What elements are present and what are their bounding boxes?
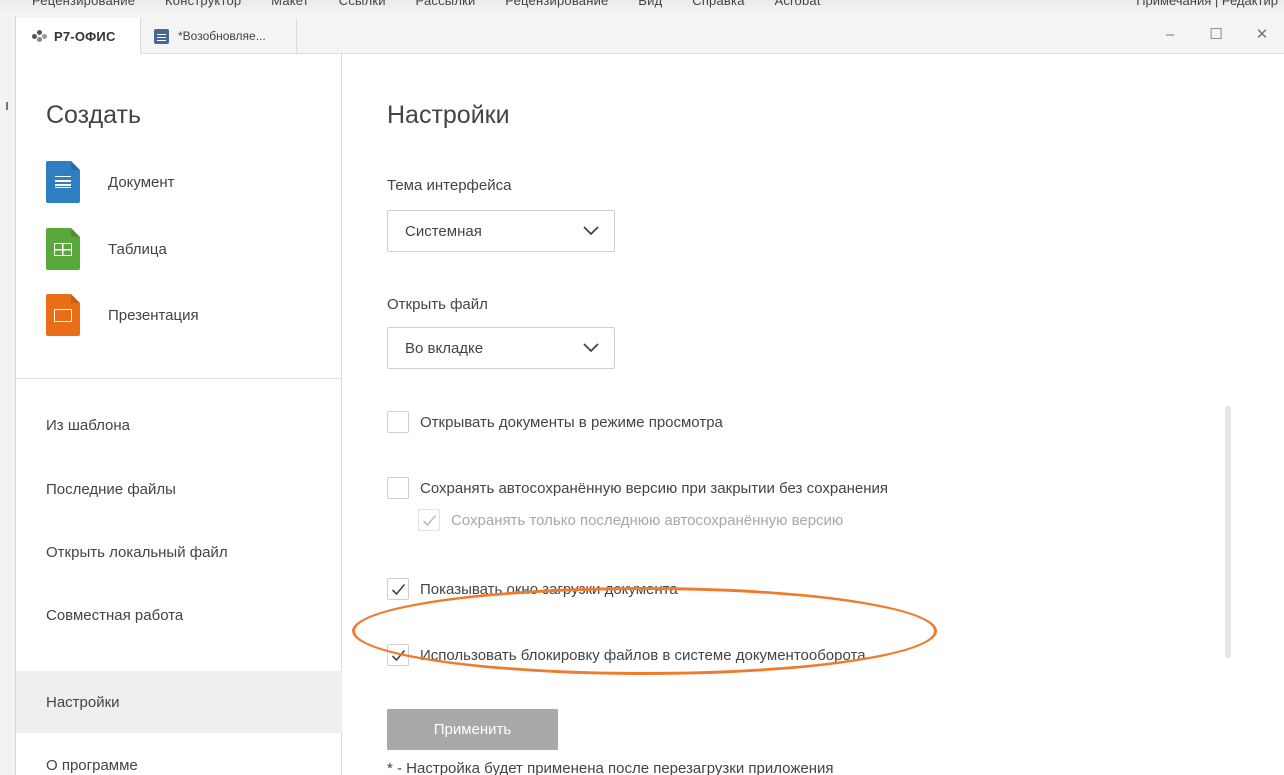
sidebar-item-from-template[interactable]: Из шаблона (16, 394, 342, 456)
scrollbar[interactable] (1225, 406, 1231, 658)
title-bar: Р7-ОФИС *Возобновляе... – ☐ ✕ (16, 16, 1284, 54)
autosave-on-close-checkbox[interactable] (387, 477, 409, 499)
file-locking-checkbox[interactable] (387, 644, 409, 666)
last-autosave-only-checkbox (418, 509, 440, 531)
open-file-label: Открыть файл (387, 296, 488, 313)
background-menu-item[interactable]: Макет (271, 0, 309, 8)
create-document-label: Документ (108, 173, 175, 191)
sidebar-divider (16, 378, 342, 379)
create-presentation-label: Презентация (108, 306, 199, 324)
settings-panel: Настройки Тема интерфейса Системная Откр… (343, 54, 1284, 775)
sidebar: Создать Документ Таблица Презентация Из … (16, 54, 342, 775)
minimize-button[interactable]: – (1147, 16, 1193, 52)
create-presentation-button[interactable]: Презентация (46, 294, 199, 336)
create-spreadsheet-button[interactable]: Таблица (46, 228, 167, 270)
document-tab-icon (154, 28, 169, 44)
open-file-select[interactable]: Во вкладке (387, 327, 615, 369)
show-loading-window-checkbox[interactable] (387, 578, 409, 600)
tab-home-label: Р7-ОФИС (54, 28, 116, 44)
background-app-edge (0, 16, 15, 775)
autosave-on-close-checkbox-label: Сохранять автосохранённую версию при зак… (420, 479, 889, 497)
window-controls: – ☐ ✕ (1147, 16, 1284, 54)
view-mode-checkbox-label: Открывать документы в режиме просмотра (420, 413, 723, 431)
apply-button[interactable]: Применить (387, 709, 558, 750)
sidebar-item-about[interactable]: О программе (16, 734, 342, 775)
view-mode-checkbox-row[interactable]: Открывать документы в режиме просмотра (387, 411, 723, 433)
checkmark-icon (422, 514, 437, 527)
chevron-down-icon (583, 226, 599, 236)
app-window: Р7-ОФИС *Возобновляе... – ☐ ✕ Создать До… (15, 16, 1284, 775)
checkmark-icon (391, 583, 406, 596)
checkmark-icon (391, 649, 406, 662)
background-menu-item[interactable]: Справка (692, 0, 744, 8)
view-mode-checkbox[interactable] (387, 411, 409, 433)
file-locking-checkbox-row[interactable]: Использовать блокировку файлов в системе… (387, 644, 866, 666)
sidebar-item-settings[interactable]: Настройки (16, 671, 342, 733)
theme-select-value: Системная (405, 222, 482, 240)
show-loading-window-checkbox-row[interactable]: Показывать окно загрузки документа (387, 578, 678, 600)
background-menu-item[interactable]: Рецензирование (32, 0, 135, 8)
sidebar-item-recent-files[interactable]: Последние файлы (16, 458, 342, 520)
show-loading-window-checkbox-label: Показывать окно загрузки документа (420, 580, 678, 598)
theme-select[interactable]: Системная (387, 210, 615, 252)
r7-logo-icon (32, 30, 50, 42)
background-menu: Рецензирование Конструктор Макет Ссылки … (32, 0, 847, 8)
tab-document-label: *Возобновляе... (178, 29, 266, 43)
create-document-button[interactable]: Документ (46, 161, 175, 203)
spreadsheet-icon (46, 228, 80, 270)
background-menu-item[interactable]: Конструктор (165, 0, 241, 8)
presentation-icon (46, 294, 80, 336)
background-menu-item[interactable]: Acrobat (774, 0, 820, 8)
maximize-icon: ☐ (1209, 26, 1223, 43)
background-menu-item[interactable]: Вид (638, 0, 662, 8)
theme-label: Тема интерфейса (387, 177, 512, 194)
background-app-ribbon: Рецензирование Конструктор Макет Ссылки … (0, 0, 1284, 16)
chevron-down-icon (583, 343, 599, 353)
background-menu-item[interactable]: Ссылки (339, 0, 386, 8)
tab-document[interactable]: *Возобновляе... (142, 18, 297, 54)
sidebar-item-open-local-file[interactable]: Открыть локальный файл (16, 521, 342, 583)
background-menu-item[interactable]: Рецензирование (505, 0, 608, 8)
close-button[interactable]: ✕ (1239, 16, 1284, 52)
last-autosave-only-checkbox-row: Сохранять только последнюю автосохранённ… (418, 509, 843, 531)
autosave-on-close-checkbox-row[interactable]: Сохранять автосохранённую версию при зак… (387, 477, 888, 499)
maximize-button[interactable]: ☐ (1193, 16, 1239, 52)
open-file-select-value: Во вкладке (405, 339, 484, 357)
file-locking-checkbox-label: Использовать блокировку файлов в системе… (420, 646, 866, 664)
create-title: Создать (46, 101, 142, 129)
tab-home[interactable]: Р7-ОФИС (16, 18, 141, 54)
sidebar-item-collaboration[interactable]: Совместная работа (16, 584, 342, 646)
close-icon: ✕ (1255, 26, 1269, 43)
create-spreadsheet-label: Таблица (108, 240, 167, 258)
background-right-text: Примечания | Редактир (1136, 0, 1278, 8)
minimize-icon: – (1165, 25, 1175, 43)
document-icon (46, 161, 80, 203)
last-autosave-only-checkbox-label: Сохранять только последнюю автосохранённ… (451, 511, 844, 529)
background-menu-item[interactable]: Рассылки (416, 0, 476, 8)
page-title: Настройки (387, 101, 510, 129)
restart-note: * - Настройка будет применена после пере… (387, 760, 834, 775)
